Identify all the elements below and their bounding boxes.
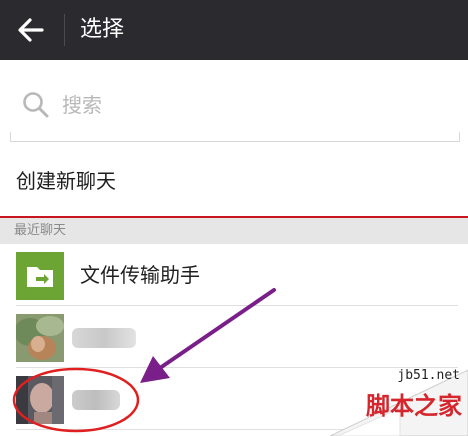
list-item-contact[interactable] [0,306,468,368]
page-title: 选择 [80,17,125,42]
search-bar[interactable]: 搜索 [0,60,468,148]
section-label: 最近聊天 [14,223,67,238]
title-bar: 选择 [0,0,468,60]
watermark-url: jb51.net [397,368,460,383]
section-header-recent: 最近聊天 [0,218,468,244]
list-item-file-transfer[interactable]: 文件传输助手 [0,244,468,306]
blurred-contact-name [72,390,120,410]
search-icon [23,92,49,118]
file-transfer-icon [16,252,64,300]
list-item-label: 文件传输助手 [80,263,200,287]
watermark: jb51.net 脚本之家 [330,360,468,436]
arrow-left-icon[interactable] [14,14,48,46]
search-input[interactable]: 搜索 [62,90,102,120]
title-divider [64,14,65,46]
blurred-contact-name [72,328,136,348]
avatar [16,314,64,362]
create-new-chat-item[interactable]: 创建新聊天 [0,148,468,214]
avatar [16,376,64,424]
create-new-chat-label: 创建新聊天 [16,169,116,193]
watermark-name: 脚本之家 [366,391,462,420]
search-underline [10,132,460,142]
